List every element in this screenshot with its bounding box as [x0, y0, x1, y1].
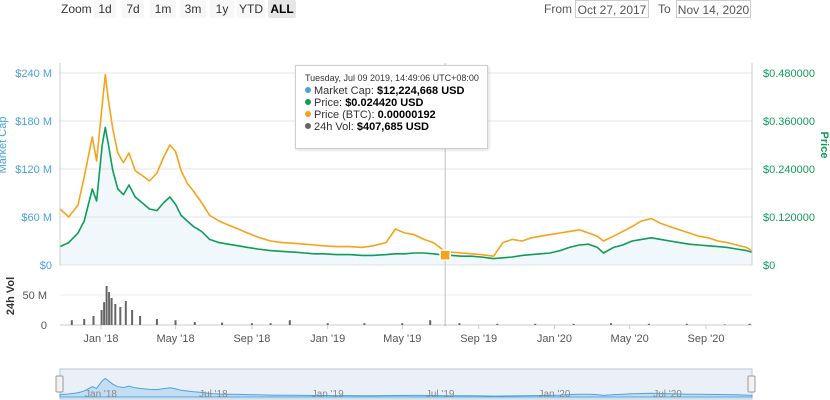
volume-bar [647, 323, 650, 325]
crosshair-marker [439, 249, 451, 261]
volume-dot-icon [305, 123, 311, 129]
volume-bar [401, 323, 404, 325]
volume-bar [221, 322, 224, 325]
tooltip-label: Price: [314, 97, 343, 109]
volume-bar [108, 292, 111, 325]
volume-bar [429, 320, 432, 325]
x-axis-tick-label: Jan '19 [310, 333, 345, 345]
x-axis-tick-label: Sep '20 [688, 333, 725, 345]
volume-axis-tick-label: 50 M [23, 290, 47, 302]
tooltip-value: $0.024420 USD [345, 97, 424, 109]
right-axis-tick-label: $0.120000 [763, 212, 815, 224]
left-axis-title: Market Cap [0, 117, 9, 174]
volume-bar [685, 323, 688, 325]
x-axis-tick-label: May '19 [383, 333, 421, 345]
x-axis-tick-label: May '18 [156, 333, 194, 345]
volume-bar [610, 323, 612, 325]
price-chart[interactable]: 0 50 M 24h Vol $0 $60 M $120 M $180 M $240 M $0… [0, 0, 830, 400]
volume-bar [363, 323, 366, 325]
volume-bar [114, 304, 117, 325]
volume-bar [124, 301, 127, 325]
x-axis-tick-label: Sep '18 [233, 333, 270, 345]
volume-bar [748, 323, 751, 325]
navigator-tick-label: Jul '18 [199, 389, 228, 400]
right-axis-tick-label: $0 [763, 260, 775, 272]
volume-bar [723, 324, 726, 325]
tooltip-row-price: Price: $0.024420 USD [305, 97, 479, 109]
volume-bar [458, 323, 461, 325]
volume-bar [131, 310, 134, 325]
tooltip-label: Market Cap: [314, 85, 374, 97]
tooltip-value: $407,685 USD [356, 121, 429, 133]
tooltip-label: Price (BTC): [314, 109, 375, 121]
volume-bar [119, 307, 122, 325]
tooltip-row-price-btc: Price (BTC): 0.00000192 [305, 109, 479, 121]
right-axis-tick-label: $0.240000 [763, 164, 815, 176]
tooltip-value: 0.00000192 [377, 109, 436, 121]
price-btc-dot-icon [305, 111, 311, 117]
volume-axis-tick-label: 0 [41, 320, 47, 332]
left-axis-tick-label: $60 M [21, 212, 52, 224]
volume-bar [326, 323, 329, 325]
price-dot-icon [305, 99, 311, 105]
navigator-tick-label: Jul '20 [653, 389, 682, 400]
volume-bar [288, 320, 291, 325]
volume-bar [70, 320, 73, 325]
navigator[interactable]: Jan '18 Jul '18 Jan '19 Jul '19 Jan '20 Jul '… [55, 368, 756, 400]
data-tooltip: Tuesday, Jul 09 2019, 14:49:06 UTC+08:00… [295, 65, 488, 149]
volume-bar [92, 316, 95, 325]
tooltip-label: 24h Vol: [314, 121, 354, 133]
volume-bar [103, 302, 106, 325]
right-axis-tick-label: $0.360000 [763, 116, 815, 128]
volume-bar [269, 323, 272, 325]
volume-bar [139, 316, 142, 325]
volume-bar [83, 319, 86, 325]
volume-bar [250, 323, 253, 325]
x-axis-tick-label: Jan '20 [537, 333, 572, 345]
volume-bar [534, 323, 537, 325]
volume-bar [105, 286, 108, 325]
navigator-tick-label: Jul '19 [426, 389, 455, 400]
volume-bar [496, 323, 499, 325]
navigator-tick-label: Jan '19 [312, 389, 344, 400]
volume-bar [572, 323, 575, 325]
tooltip-row-volume: 24h Vol: $407,685 USD [305, 121, 479, 133]
x-axis-tick-label: Jan '18 [83, 333, 118, 345]
tooltip-date: Tuesday, Jul 09 2019, 14:49:06 UTC+08:00 [305, 73, 479, 83]
navigator-left-handle [55, 375, 64, 393]
tooltip-row-market-cap: Market Cap: $12,224,668 USD [305, 85, 479, 97]
volume-axis-title: 24h Vol [5, 277, 17, 315]
volume-bar [174, 320, 177, 325]
right-axis-tick-label: $0.480000 [763, 68, 815, 80]
volume-bar [155, 319, 158, 325]
left-axis-tick-label: $180 M [15, 116, 52, 128]
right-axis-title: Price [818, 132, 830, 159]
volume-bar [193, 322, 196, 325]
market-cap-dot-icon [305, 87, 311, 93]
left-axis-tick-label: $120 M [15, 164, 52, 176]
volume-bar [110, 298, 113, 325]
volume-bars: 0 50 M 24h Vol [5, 277, 752, 332]
x-axis-tick-label: Sep '19 [460, 333, 497, 345]
left-axis-tick-label: $240 M [15, 68, 52, 80]
x-axis-tick-label: May '20 [611, 333, 649, 345]
tooltip-value: $12,224,668 USD [376, 85, 465, 97]
left-axis-tick-label: $0 [40, 260, 52, 272]
navigator-tick-label: Jan '18 [85, 389, 117, 400]
navigator-right-handle [747, 375, 756, 393]
volume-bar [100, 310, 103, 325]
navigator-tick-label: Jan '20 [538, 389, 570, 400]
